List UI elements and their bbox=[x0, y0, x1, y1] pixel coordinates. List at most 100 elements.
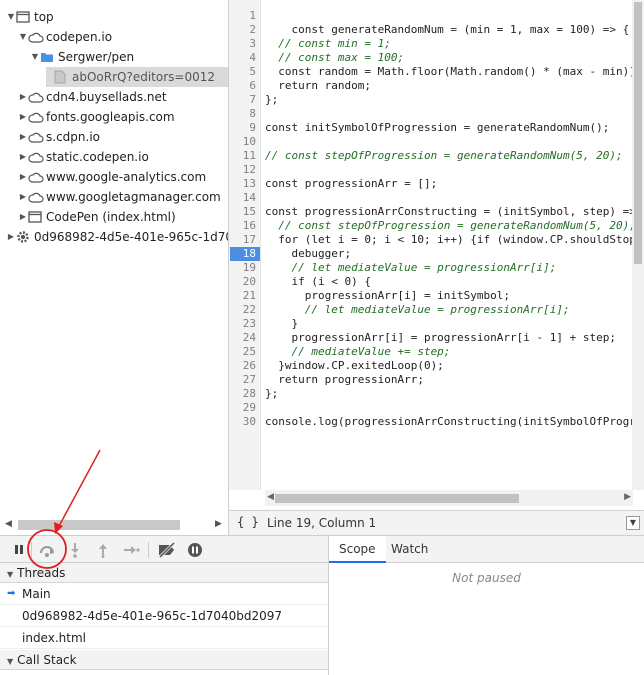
deactivate-breakpoints-button[interactable] bbox=[156, 540, 178, 560]
expanded-arrow-icon[interactable]: ▼ bbox=[30, 47, 40, 67]
line-number[interactable]: 10 bbox=[229, 135, 256, 149]
code-line[interactable]: // let mediateValue = progressionArr[i]; bbox=[265, 303, 570, 317]
code-line[interactable]: for (let i = 0; i < 10; i++) {if (window… bbox=[265, 233, 636, 247]
pause-button[interactable] bbox=[8, 540, 30, 560]
code-line[interactable]: const progressionArr = []; bbox=[265, 177, 437, 191]
tree-horizontal-scrollbar[interactable]: ◀ ▶ bbox=[0, 516, 228, 535]
code-line[interactable]: // mediateValue += step; bbox=[265, 345, 450, 359]
thread-item[interactable]: index.html bbox=[0, 627, 328, 649]
step-button[interactable] bbox=[120, 540, 142, 560]
thread-item[interactable]: 0d968982-4d5e-401e-965c-1d7040bd2097 bbox=[0, 605, 328, 627]
code-line[interactable]: }window.CP.exitedLoop(0); bbox=[265, 359, 444, 373]
chevron-down-icon[interactable]: ▼ bbox=[626, 516, 640, 530]
code-line[interactable]: const initSymbolOfProgression = generate… bbox=[265, 121, 609, 135]
line-number[interactable]: 30 bbox=[229, 415, 256, 429]
scroll-left-icon[interactable]: ◀ bbox=[267, 492, 274, 502]
expanded-arrow-icon[interactable]: ▼ bbox=[18, 27, 28, 47]
step-out-button[interactable] bbox=[92, 540, 114, 560]
scrollbar-thumb[interactable] bbox=[634, 2, 642, 264]
line-number[interactable]: 23 bbox=[229, 317, 256, 331]
line-number[interactable]: 19 bbox=[229, 261, 256, 275]
collapsed-arrow-icon[interactable]: ▶ bbox=[18, 207, 28, 227]
line-number[interactable]: 27 bbox=[229, 373, 256, 387]
line-number[interactable]: 21 bbox=[229, 289, 256, 303]
line-number[interactable]: 6 bbox=[229, 79, 256, 93]
collapsed-arrow-icon[interactable]: ▶ bbox=[18, 147, 28, 167]
threads-header[interactable]: ▼ Threads bbox=[0, 563, 328, 583]
line-number[interactable]: 5 bbox=[229, 65, 256, 79]
line-number[interactable]: 3 bbox=[229, 37, 256, 51]
step-into-button[interactable] bbox=[64, 540, 86, 560]
tree-item[interactable]: ▶ fonts.googleapis.com bbox=[0, 107, 228, 127]
line-number[interactable]: 12 bbox=[229, 163, 256, 177]
step-over-button[interactable] bbox=[36, 540, 58, 560]
tree-item[interactable]: ▶ static.codepen.io bbox=[0, 147, 228, 167]
editor-horizontal-scrollbar[interactable]: ◀ ▶ bbox=[265, 490, 633, 506]
code-line[interactable]: }; bbox=[265, 387, 278, 401]
code-line[interactable]: return random; bbox=[265, 79, 371, 93]
tree-item[interactable]: ▶ cdn4.buysellads.net bbox=[0, 87, 228, 107]
code-line[interactable]: progressionArr[i] = initSymbol; bbox=[265, 289, 510, 303]
collapsed-arrow-icon[interactable]: ▶ bbox=[18, 187, 28, 207]
line-number[interactable]: 4 bbox=[229, 51, 256, 65]
scroll-right-icon[interactable]: ▶ bbox=[624, 492, 631, 502]
code-line[interactable]: } bbox=[265, 317, 298, 331]
tree-item[interactable]: ▼ codepen.io bbox=[0, 27, 228, 47]
tree-item[interactable]: ▶ CodePen (index.html) bbox=[0, 207, 228, 227]
tree-item[interactable]: ▶ www.googletagmanager.com bbox=[0, 187, 228, 207]
tree-item[interactable]: ▶ www.google-analytics.com bbox=[0, 167, 228, 187]
code-line[interactable]: progressionArr[i] = progressionArr[i - 1… bbox=[265, 331, 616, 345]
code-line[interactable]: // const stepOfProgression = generateRan… bbox=[265, 149, 623, 163]
line-number[interactable]: 29 bbox=[229, 401, 256, 415]
collapsed-arrow-icon[interactable]: ▶ bbox=[18, 87, 28, 107]
breakpoint-marker[interactable]: 18 bbox=[230, 247, 260, 261]
line-number[interactable]: 2 bbox=[229, 23, 256, 37]
line-number[interactable]: 13 bbox=[229, 177, 256, 191]
editor-vertical-scrollbar[interactable] bbox=[632, 0, 644, 490]
code-line[interactable]: const random = Math.floor(Math.random() … bbox=[265, 65, 636, 79]
call-stack-header[interactable]: ▼ Call Stack bbox=[0, 650, 328, 670]
line-number[interactable]: 7 bbox=[229, 93, 256, 107]
line-number[interactable]: 28 bbox=[229, 387, 256, 401]
line-number[interactable]: 1 bbox=[229, 9, 256, 23]
line-number[interactable]: 11 bbox=[229, 149, 256, 163]
tree-item[interactable]: ▶ s.cdpn.io bbox=[0, 127, 228, 147]
scrollbar-thumb[interactable] bbox=[18, 520, 180, 530]
tab-watch[interactable]: Watch bbox=[381, 536, 438, 563]
code-line[interactable]: const progressionArrConstructing = (init… bbox=[265, 205, 636, 219]
line-number[interactable]: 25 bbox=[229, 345, 256, 359]
tree-item[interactable]: ▼ Sergwer/pen bbox=[0, 47, 228, 67]
code-line[interactable]: console.log(progressionArrConstructing(i… bbox=[265, 415, 636, 429]
code-line[interactable]: // const min = 1; bbox=[265, 37, 391, 51]
pause-on-exceptions-button[interactable] bbox=[184, 540, 206, 560]
line-number[interactable]: 24 bbox=[229, 331, 256, 345]
code-line[interactable]: return progressionArr; bbox=[265, 373, 424, 387]
line-number[interactable]: 14 bbox=[229, 191, 256, 205]
tree-item[interactable]: ▼ top bbox=[0, 7, 228, 27]
scrollbar-thumb[interactable] bbox=[275, 494, 519, 503]
code-line[interactable]: // let mediateValue = progressionArr[i]; bbox=[265, 261, 556, 275]
line-number[interactable]: 8 bbox=[229, 107, 256, 121]
collapsed-arrow-icon[interactable]: ▶ bbox=[18, 127, 28, 147]
line-number[interactable]: 17 bbox=[229, 233, 256, 247]
line-number[interactable]: 9 bbox=[229, 121, 256, 135]
scroll-right-icon[interactable]: ▶ bbox=[215, 519, 222, 529]
thread-item[interactable]: ➡ Main bbox=[0, 583, 328, 605]
line-number-gutter[interactable]: 1 2 3 4 5 6 7 8 9 10 11 12 13 14 15 16 17 18 19 20 21 22 23 24 2… bbox=[229, 0, 261, 490]
line-number[interactable]: 15 bbox=[229, 205, 256, 219]
code-editor[interactable]: 1 2 3 4 5 6 7 8 9 10 11 12 13 14 15 16 17 18 19 20 21 22 23 24 2… bbox=[228, 0, 644, 510]
collapsed-arrow-icon[interactable]: ▶ bbox=[6, 227, 16, 247]
tree-item[interactable]: ▶ 0d968982-4d5e-401e-965c-1d7040 bbox=[0, 227, 228, 247]
code-area[interactable]: const generateRandomNum = (min = 1, max … bbox=[265, 0, 644, 490]
code-line[interactable]: const generateRandomNum = (min = 1, max … bbox=[265, 23, 629, 37]
pretty-print-button[interactable]: { } bbox=[237, 515, 259, 529]
code-line[interactable]: // const max = 100; bbox=[265, 51, 404, 65]
line-number[interactable]: 22 bbox=[229, 303, 256, 317]
collapsed-arrow-icon[interactable]: ▶ bbox=[18, 167, 28, 187]
tree-item[interactable]: abOoRrQ?editors=0012 bbox=[46, 67, 228, 87]
code-line[interactable]: if (i < 0) { bbox=[265, 275, 370, 289]
line-number[interactable]: 20 bbox=[229, 275, 256, 289]
code-line[interactable]: // const stepOfProgression = generateRan… bbox=[265, 219, 636, 233]
expanded-arrow-icon[interactable]: ▼ bbox=[6, 7, 16, 27]
line-number[interactable]: 16 bbox=[229, 219, 256, 233]
